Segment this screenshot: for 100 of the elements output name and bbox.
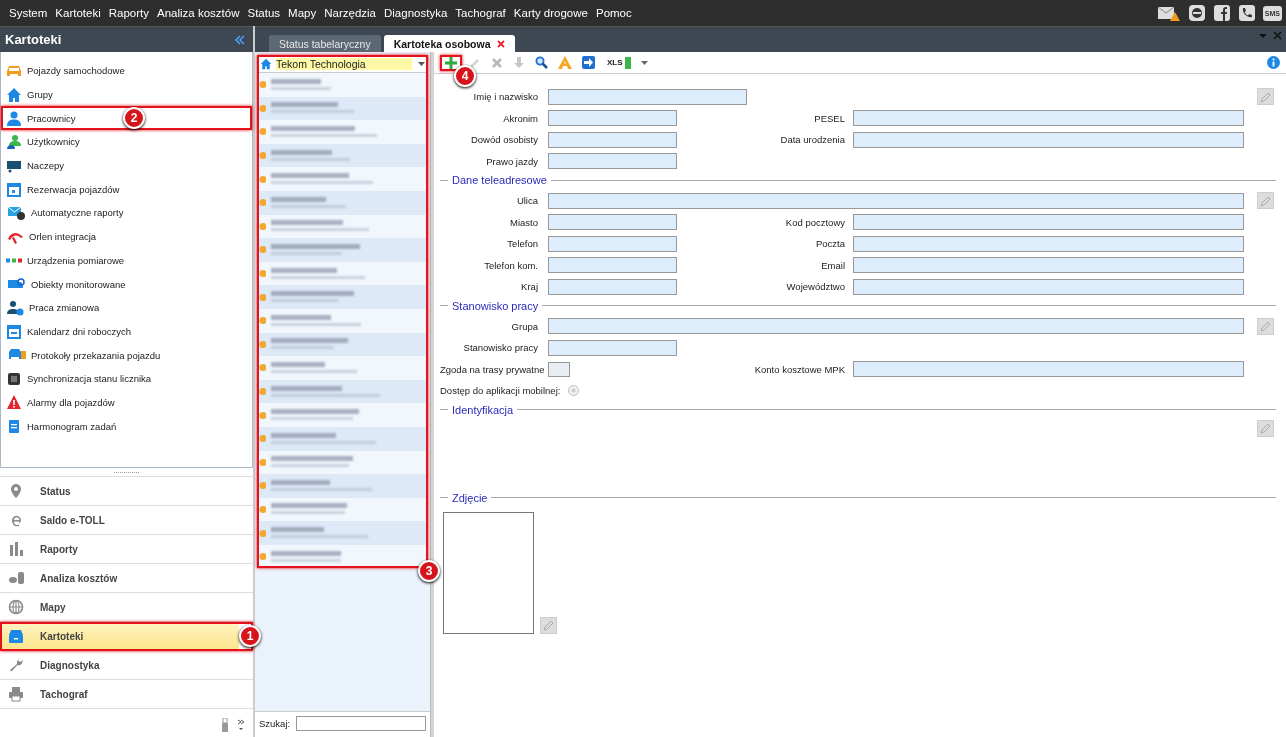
search-icon[interactable] xyxy=(535,56,548,69)
menu-item[interactable]: Raporty xyxy=(104,7,153,19)
field-label: Ulica xyxy=(515,195,539,207)
field-label: Prawo jazdy xyxy=(485,155,539,167)
letter-a-warning-icon[interactable] xyxy=(558,56,572,69)
drawer-icon xyxy=(8,628,24,644)
edit-button[interactable] xyxy=(1257,317,1274,335)
input-field[interactable] xyxy=(548,153,677,170)
sidebar-item[interactable]: Protokoły przekazania pojazdu xyxy=(1,343,165,367)
input-field[interactable] xyxy=(853,235,1244,252)
sidebar-item[interactable]: Praca zmianowa xyxy=(1,295,104,320)
sidebar-label: Urządzenia pomiarowe xyxy=(27,254,125,266)
input-field[interactable] xyxy=(853,361,1244,378)
input-field[interactable] xyxy=(548,131,677,148)
input-field[interactable] xyxy=(548,88,747,105)
tab[interactable]: Kartoteka osobowa xyxy=(383,35,515,52)
arrow-right-icon[interactable] xyxy=(582,56,595,69)
search-field[interactable] xyxy=(296,715,427,731)
phone-icon[interactable] xyxy=(1237,4,1256,22)
tab[interactable]: Status tabelaryczny xyxy=(269,35,381,52)
close-icon[interactable] xyxy=(1273,31,1282,40)
mail-warning-icon[interactable] xyxy=(1156,4,1181,22)
person-icon xyxy=(6,110,22,127)
add-icon[interactable] xyxy=(444,55,458,70)
chat-icon[interactable] xyxy=(1187,4,1206,22)
info-icon[interactable] xyxy=(1267,56,1280,69)
input-field[interactable] xyxy=(853,257,1244,274)
menu-item[interactable]: System xyxy=(5,7,52,19)
input-field[interactable] xyxy=(853,214,1244,231)
input-field[interactable] xyxy=(548,214,677,231)
input-field[interactable] xyxy=(548,339,677,356)
usb-icon[interactable] xyxy=(221,718,229,732)
input-field[interactable] xyxy=(548,235,677,252)
coins-icon xyxy=(8,570,24,586)
input-field[interactable] xyxy=(548,318,1244,335)
collapse-icon[interactable] xyxy=(235,34,245,45)
input-field[interactable] xyxy=(548,110,677,127)
list-item[interactable] xyxy=(257,356,428,380)
list-item[interactable] xyxy=(257,167,428,191)
sidebar-item[interactable]: Pojazdy samochodowe xyxy=(1,59,129,83)
input-field[interactable] xyxy=(548,257,677,274)
input-field[interactable] xyxy=(548,192,1244,209)
nav-item[interactable]: Diagnostyka xyxy=(0,651,253,680)
list-item[interactable] xyxy=(257,285,428,309)
menu-item[interactable]: Narzędzia xyxy=(320,7,380,19)
sidebar-item[interactable]: Automatyczne raporty xyxy=(1,201,128,225)
list-item[interactable] xyxy=(257,238,428,262)
list-item[interactable] xyxy=(257,474,428,498)
splitter-grip-icon[interactable] xyxy=(113,470,140,474)
input-field[interactable] xyxy=(853,131,1244,148)
sidebar-item[interactable]: Kalendarz dni roboczych xyxy=(1,319,136,344)
nav-item[interactable]: Mapy xyxy=(0,593,253,622)
sidebar-item[interactable]: Naczepy xyxy=(1,153,68,178)
radio-button[interactable] xyxy=(568,385,580,397)
globe-icon xyxy=(8,599,24,615)
sidebar-item[interactable]: Synchronizacja stanu licznika xyxy=(1,366,156,391)
edit-button[interactable] xyxy=(540,616,557,634)
list-item[interactable] xyxy=(257,120,428,144)
nav-item[interactable]: Analiza kosztów xyxy=(0,564,253,593)
list-item[interactable] xyxy=(257,521,428,545)
close-icon[interactable] xyxy=(496,39,505,48)
input-field[interactable] xyxy=(853,278,1244,295)
sidebar-item[interactable]: Pracownicy xyxy=(1,106,80,131)
section-title: Zdjęcie xyxy=(452,491,488,504)
menu-item[interactable]: Tachograf xyxy=(451,7,510,19)
menu-item[interactable]: Analiza kosztów xyxy=(153,7,244,19)
menu-item[interactable]: Pomoc xyxy=(591,7,636,19)
dots-icon xyxy=(6,257,22,263)
nav-item[interactable]: Tachograf xyxy=(0,680,253,709)
sidebar-item[interactable]: Harmonogram zadań xyxy=(1,414,121,438)
nav-item[interactable]: Raporty xyxy=(0,535,253,564)
section-title: Stanowisko pracy xyxy=(452,299,539,312)
input-field[interactable] xyxy=(853,110,1244,127)
menu-item[interactable]: Status xyxy=(243,7,285,19)
sidebar-item[interactable]: Rezerwacja pojazdów xyxy=(1,177,124,202)
dropdown-icon[interactable] xyxy=(640,60,648,65)
social-icon[interactable] xyxy=(1212,4,1231,22)
edit-button[interactable] xyxy=(1257,192,1274,210)
list-item[interactable] xyxy=(257,73,428,97)
input-field[interactable] xyxy=(548,278,677,295)
sidebar-item[interactable]: Grupy xyxy=(1,82,57,107)
sidebar-item[interactable]: Użytkownicy xyxy=(1,130,84,154)
sidebar-item[interactable]: Urządzenia pomiarowe xyxy=(1,248,129,273)
sidebar-item[interactable]: Obiekty monitorowane xyxy=(1,272,130,296)
checkbox[interactable] xyxy=(548,361,570,377)
menu-item[interactable]: Karty drogowe xyxy=(509,7,592,19)
menu-item[interactable]: Kartoteki xyxy=(51,7,105,19)
printer-icon xyxy=(8,686,24,702)
nav-item[interactable]: Status xyxy=(0,477,253,506)
menu-item[interactable]: Mapy xyxy=(284,7,321,19)
menu-item[interactable]: Diagnostyka xyxy=(380,7,452,19)
list-item[interactable] xyxy=(257,403,428,427)
sidebar-item[interactable]: Orlen integracja xyxy=(1,224,101,249)
nav-item[interactable]: Saldo e-TOLL xyxy=(0,506,253,535)
expand-chevron-icon[interactable] xyxy=(237,718,245,732)
home-icon xyxy=(260,58,272,70)
edit-button[interactable] xyxy=(1257,88,1274,106)
edit-button[interactable] xyxy=(1257,419,1274,437)
sidebar-item[interactable]: Alarmy dla pojazdów xyxy=(1,390,119,415)
export-xls-button[interactable]: XLS xyxy=(605,56,631,69)
